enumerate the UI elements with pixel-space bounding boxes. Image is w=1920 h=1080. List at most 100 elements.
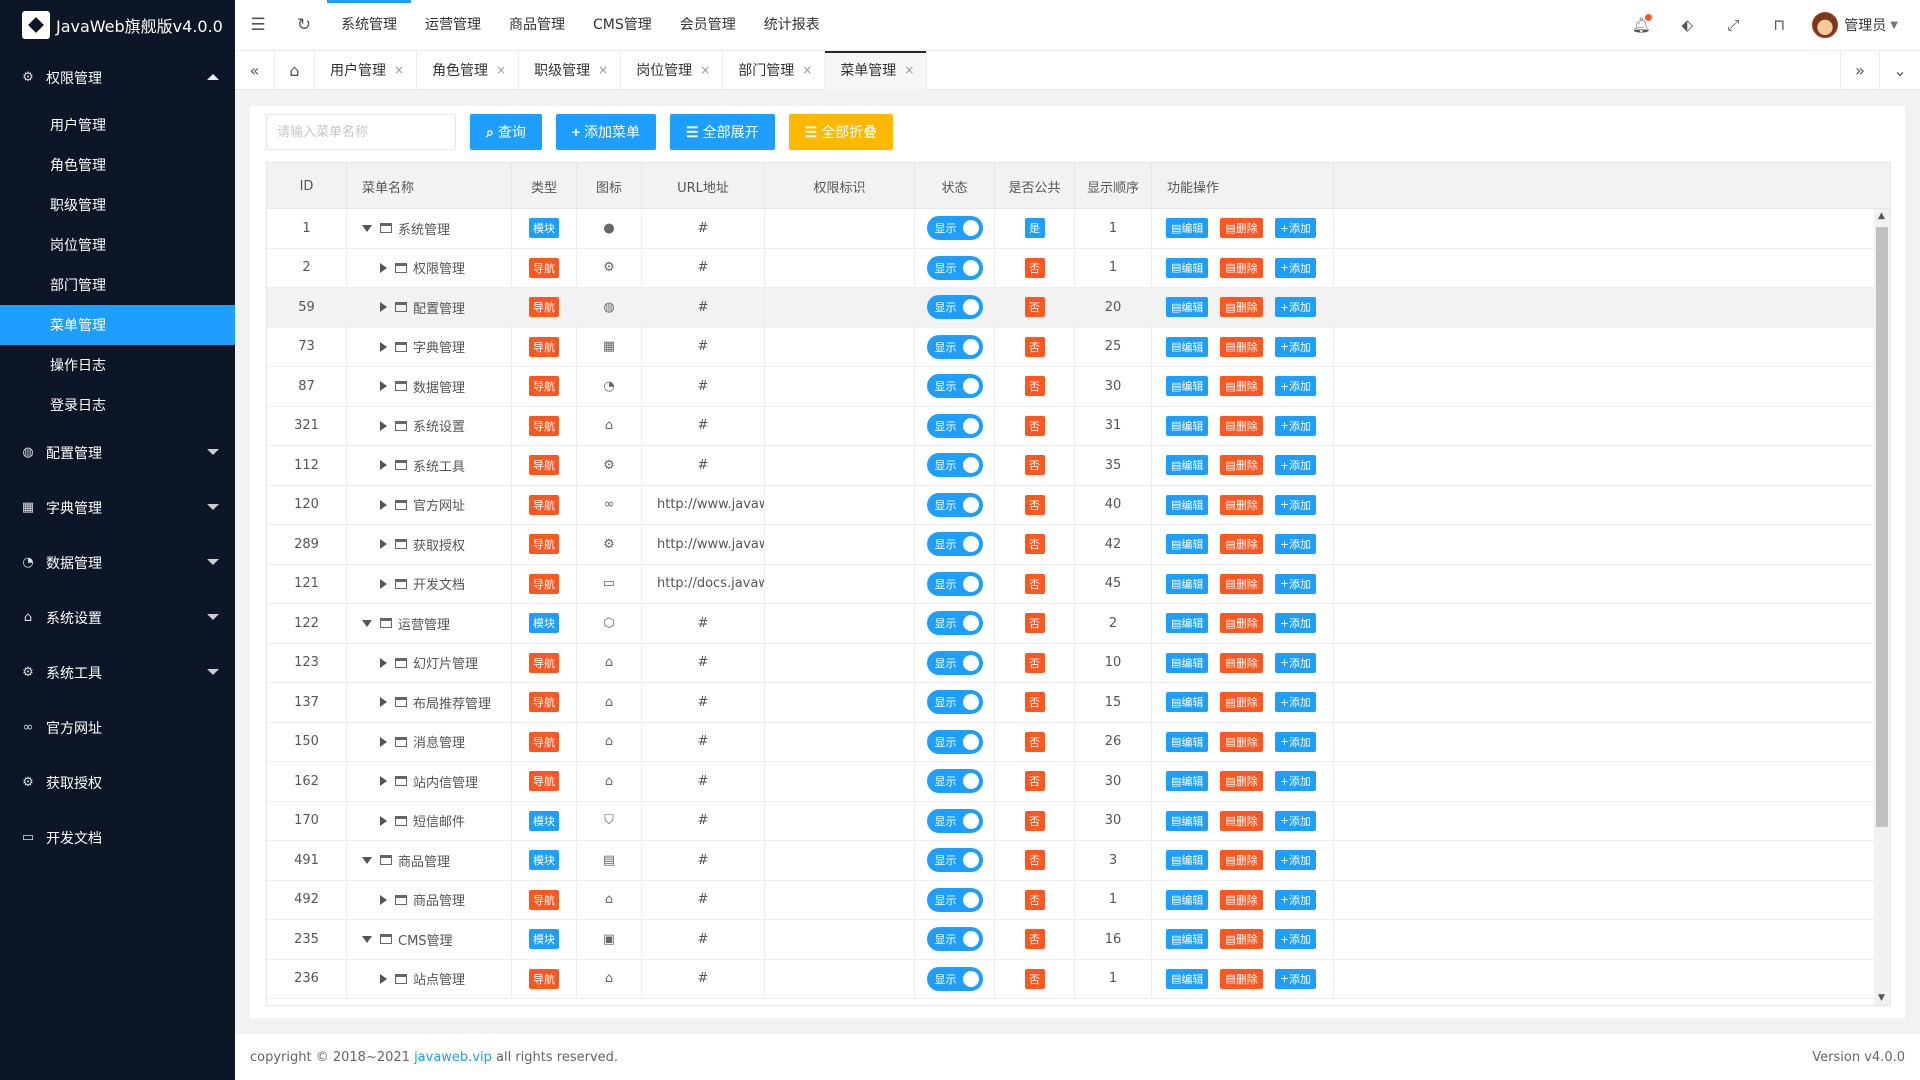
add-child-button[interactable]: + 添加 [1274, 810, 1317, 831]
edit-button[interactable]: ▤ 编辑 [1166, 652, 1209, 673]
delete-button[interactable]: ▤ 删除 [1220, 731, 1263, 752]
edit-button[interactable]: ▤ 编辑 [1166, 692, 1209, 713]
sidebar-group[interactable]: ◍ 配置管理 [0, 425, 235, 480]
status-toggle[interactable]: 显示 [926, 769, 983, 794]
edit-button[interactable]: ▤ 编辑 [1166, 771, 1209, 792]
status-toggle[interactable]: 显示 [926, 216, 983, 241]
close-icon[interactable]: × [802, 63, 812, 77]
expand-arrow-icon[interactable] [380, 697, 387, 708]
edit-button[interactable]: ▤ 编辑 [1166, 336, 1209, 357]
home-tab-icon[interactable]: ⌂ [275, 50, 315, 90]
expand-arrow-icon[interactable] [380, 657, 387, 668]
scroll-up-icon[interactable]: ▲ [1878, 211, 1885, 221]
sidebar-group[interactable]: ⚙ 权限管理 [0, 50, 235, 105]
collapse-arrow-icon[interactable] [362, 856, 372, 864]
delete-button[interactable]: ▤ 删除 [1220, 455, 1263, 476]
delete-button[interactable]: ▤ 删除 [1220, 929, 1263, 950]
expand-arrow-icon[interactable] [380, 460, 387, 471]
status-toggle[interactable]: 显示 [926, 729, 983, 754]
edit-button[interactable]: ▤ 编辑 [1166, 218, 1209, 239]
add-child-button[interactable]: + 添加 [1274, 850, 1317, 871]
add-child-button[interactable]: + 添加 [1274, 257, 1317, 278]
add-child-button[interactable]: + 添加 [1274, 494, 1317, 515]
sidebar-group[interactable]: ∞ 官方网址 [0, 700, 235, 755]
status-toggle[interactable]: 显示 [926, 453, 983, 478]
sidebar-item[interactable]: 角色管理 [0, 145, 235, 185]
tabs-scroll-left-icon[interactable]: « [235, 50, 275, 90]
status-toggle[interactable]: 显示 [926, 611, 983, 636]
expand-arrow-icon[interactable] [380, 341, 387, 352]
app-logo[interactable]: JavaWeb旗舰版v4.0.0 [0, 0, 235, 50]
status-toggle[interactable]: 显示 [926, 690, 983, 715]
status-toggle[interactable]: 显示 [926, 650, 983, 675]
add-child-button[interactable]: + 添加 [1274, 652, 1317, 673]
sidebar-item[interactable]: 操作日志 [0, 345, 235, 385]
status-toggle[interactable]: 显示 [926, 927, 983, 952]
edit-button[interactable]: ▤ 编辑 [1166, 297, 1209, 318]
status-toggle[interactable]: 显示 [926, 887, 983, 912]
expand-arrow-icon[interactable] [380, 302, 387, 313]
edit-button[interactable]: ▤ 编辑 [1166, 415, 1209, 436]
expand-arrow-icon[interactable] [380, 539, 387, 550]
delete-button[interactable]: ▤ 删除 [1220, 257, 1263, 278]
expand-arrow-icon[interactable] [380, 776, 387, 787]
close-icon[interactable]: × [394, 63, 404, 77]
sidebar-item[interactable]: 用户管理 [0, 105, 235, 145]
close-icon[interactable]: × [904, 63, 914, 77]
delete-button[interactable]: ▤ 删除 [1220, 494, 1263, 515]
edit-button[interactable]: ▤ 编辑 [1166, 534, 1209, 555]
add-child-button[interactable]: + 添加 [1274, 613, 1317, 634]
top-nav-item[interactable]: 商品管理 [495, 0, 579, 50]
close-icon[interactable]: × [496, 63, 506, 77]
page-tab[interactable]: 职级管理 × [519, 50, 622, 90]
sidebar-item[interactable]: 菜单管理 [0, 305, 235, 345]
delete-button[interactable]: ▤ 删除 [1220, 810, 1263, 831]
collapse-arrow-icon[interactable] [362, 935, 372, 943]
tag-icon[interactable]: ⬖ [1664, 16, 1710, 34]
top-nav-item[interactable]: 统计报表 [750, 0, 834, 50]
sidebar-group[interactable]: ⌂ 系统设置 [0, 590, 235, 645]
delete-button[interactable]: ▤ 删除 [1220, 297, 1263, 318]
status-toggle[interactable]: 显示 [926, 848, 983, 873]
edit-button[interactable]: ▤ 编辑 [1166, 929, 1209, 950]
tabs-scroll-right-icon[interactable]: » [1840, 50, 1880, 90]
user-menu[interactable]: 管理员 ▼ [1802, 12, 1920, 38]
expand-all-button[interactable]: ☰ 全部展开 [670, 114, 775, 150]
add-child-button[interactable]: + 添加 [1274, 534, 1317, 555]
status-toggle[interactable]: 显示 [926, 571, 983, 596]
collapse-arrow-icon[interactable] [362, 224, 372, 232]
page-tab[interactable]: 用户管理 × [315, 50, 418, 90]
delete-button[interactable]: ▤ 删除 [1220, 652, 1263, 673]
sidebar-group[interactable]: ⚙ 获取授权 [0, 755, 235, 810]
expand-arrow-icon[interactable] [380, 973, 387, 984]
expand-arrow-icon[interactable] [380, 420, 387, 431]
sidebar-group[interactable]: ◔ 数据管理 [0, 535, 235, 590]
expand-arrow-icon[interactable] [380, 499, 387, 510]
edit-button[interactable]: ▤ 编辑 [1166, 573, 1209, 594]
expand-arrow-icon[interactable] [380, 262, 387, 273]
menu-toggle-icon[interactable]: ☰ [235, 15, 281, 35]
status-toggle[interactable]: 显示 [926, 966, 983, 991]
refresh-icon[interactable]: ↻ [281, 15, 327, 35]
delete-button[interactable]: ▤ 删除 [1220, 850, 1263, 871]
lock-icon[interactable]: ⊓ [1756, 16, 1802, 34]
edit-button[interactable]: ▤ 编辑 [1166, 613, 1209, 634]
sidebar-group[interactable]: ▦ 字典管理 [0, 480, 235, 535]
status-toggle[interactable]: 显示 [926, 295, 983, 320]
status-toggle[interactable]: 显示 [926, 413, 983, 438]
add-child-button[interactable]: + 添加 [1274, 336, 1317, 357]
edit-button[interactable]: ▤ 编辑 [1166, 376, 1209, 397]
status-toggle[interactable]: 显示 [926, 808, 983, 833]
edit-button[interactable]: ▤ 编辑 [1166, 731, 1209, 752]
expand-arrow-icon[interactable] [380, 578, 387, 589]
page-tab[interactable]: 角色管理 × [417, 50, 520, 90]
sidebar-group[interactable]: ▭ 开发文档 [0, 810, 235, 865]
add-child-button[interactable]: + 添加 [1274, 218, 1317, 239]
delete-button[interactable]: ▤ 删除 [1220, 771, 1263, 792]
delete-button[interactable]: ▤ 删除 [1220, 336, 1263, 357]
status-toggle[interactable]: 显示 [926, 334, 983, 359]
sidebar-group[interactable]: ⚙ 系统工具 [0, 645, 235, 700]
delete-button[interactable]: ▤ 删除 [1220, 692, 1263, 713]
collapse-arrow-icon[interactable] [362, 619, 372, 627]
collapse-all-button[interactable]: ☰ 全部折叠 [788, 114, 894, 150]
